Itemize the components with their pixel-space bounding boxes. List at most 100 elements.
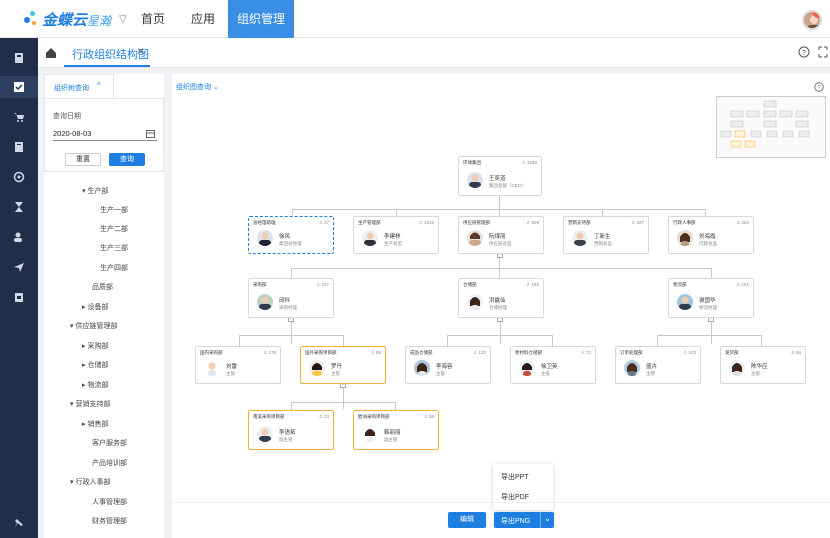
tree-node[interactable]: ▾ 供应链管理部 xyxy=(70,321,117,331)
org-card[interactable]: 南美采购项目部 ♙ 23 李语拓 副主管 xyxy=(248,410,334,450)
plane-icon[interactable] xyxy=(0,256,38,278)
close-icon[interactable]: × xyxy=(137,44,144,58)
tree-node[interactable]: ▾ 生产部 xyxy=(82,186,108,196)
cart-icon[interactable] xyxy=(0,106,38,128)
tab-bar: 行政组织结构图 × ? xyxy=(38,38,830,68)
avatar xyxy=(677,294,693,310)
tree-node[interactable]: ▾ 营销支持部 xyxy=(70,399,110,409)
org-card[interactable]: 仓储部 ♙ 192 洪赢仙 仓储经理 xyxy=(458,278,544,318)
checkbox-icon[interactable] xyxy=(0,76,38,98)
avatar xyxy=(572,230,588,246)
users-icon[interactable] xyxy=(0,226,38,248)
org-card[interactable]: 订单处理部 ♙ 103 盛卉 主管 xyxy=(615,346,701,384)
app-logo[interactable]: 金蝶云星瀚 ▽ xyxy=(24,9,127,30)
tab-active-indicator xyxy=(64,65,150,67)
org-card[interactable]: 原材料仓储部 ♙ 72 徐卫英 主管 xyxy=(510,346,596,384)
reset-button[interactable]: 重置 xyxy=(65,153,101,166)
hourglass-icon[interactable] xyxy=(0,196,38,218)
connector xyxy=(447,335,448,346)
avatar xyxy=(257,230,273,246)
tree-node[interactable]: ▸ 物流部 xyxy=(82,380,108,390)
tree-node[interactable]: 财务管理部 xyxy=(92,516,127,526)
connector xyxy=(292,209,705,210)
avatar xyxy=(362,230,378,246)
chart-query-toggle[interactable]: 组织图查询 ⌄ xyxy=(176,82,219,92)
divider xyxy=(172,502,830,503)
connector xyxy=(343,335,344,346)
tree-node[interactable]: 生产一部 xyxy=(100,205,128,215)
edit-button[interactable]: 编辑 xyxy=(448,512,486,528)
export-png-button[interactable]: 导出PNG ⌄ xyxy=(494,512,554,528)
tree-node[interactable]: 生产四部 xyxy=(100,263,128,273)
tree-node[interactable]: 生产三部 xyxy=(100,243,128,253)
avatar xyxy=(519,360,535,376)
logo-icon xyxy=(24,10,40,29)
chevron-down-icon[interactable]: ▽ xyxy=(119,14,127,25)
nav-org-management[interactable]: 组织管理 xyxy=(228,0,294,38)
avatar xyxy=(257,426,273,442)
export-pdf-option[interactable]: 导出PDF xyxy=(501,492,529,502)
chevron-down-icon[interactable]: ⌄ xyxy=(540,512,554,528)
query-button[interactable]: 查询 xyxy=(109,153,145,166)
org-card[interactable]: 环球集团 ♙ 3150 王奕道 集团总裁（CEO） xyxy=(458,156,542,196)
org-card[interactable]: 国外采购项目部 ♙ 59 罗丹 主管 xyxy=(300,346,386,384)
tree-node[interactable]: ▸ 设备部 xyxy=(82,302,108,312)
org-card[interactable]: 总经理助理 ♙ 27 徐风 集团总经理 xyxy=(248,216,334,254)
nav-apps[interactable]: 应用 xyxy=(180,0,226,38)
date-field[interactable]: 2020-08-03 xyxy=(53,129,157,141)
avatar xyxy=(309,360,325,376)
tree-node[interactable]: ▸ 销售部 xyxy=(82,419,108,429)
connector xyxy=(761,335,762,346)
user-avatar[interactable] xyxy=(802,10,822,30)
svg-text:?: ? xyxy=(802,50,806,57)
tree-node[interactable]: ▾ 行政人事部 xyxy=(70,477,110,487)
book-icon[interactable] xyxy=(0,136,38,158)
chevron-up-icon: ^ xyxy=(97,81,101,90)
building-icon[interactable] xyxy=(0,46,38,68)
notification-badge xyxy=(813,12,820,18)
avatar xyxy=(677,230,693,246)
connector xyxy=(705,209,706,216)
tree-node[interactable]: 人事管理部 xyxy=(92,497,127,507)
org-card[interactable]: 物流部 ♙ 161 谢国华 物流经理 xyxy=(668,278,754,318)
left-icon-bar xyxy=(0,38,38,538)
avatar xyxy=(729,360,745,376)
home-icon[interactable] xyxy=(44,46,58,60)
tree-node[interactable]: 客户服务部 xyxy=(92,438,127,448)
org-card[interactable]: 采购部 ♙ 237 邱科 采购经理 xyxy=(248,278,334,318)
tree-node[interactable]: 产品培训部 xyxy=(92,458,127,468)
avatar xyxy=(467,294,483,310)
pin-icon[interactable] xyxy=(0,512,38,534)
org-card[interactable]: 营销支持部 ♙ 627 丁新生 营销总监 xyxy=(563,216,649,254)
help-icon[interactable]: ? xyxy=(814,82,824,92)
org-card[interactable]: 发货部 ♙ 58 陈华应 主管 xyxy=(720,346,806,384)
connector xyxy=(602,209,603,216)
date-label: 查询日期 xyxy=(53,113,81,120)
help-icon[interactable]: ? xyxy=(798,46,810,58)
avatar xyxy=(414,360,430,376)
avatar xyxy=(257,294,273,310)
target-icon[interactable] xyxy=(0,166,38,188)
org-card[interactable]: 供应链管理部 ♙ 599 阮煤丽 供应链总监 xyxy=(458,216,544,254)
org-card[interactable]: 欧洲采购项目部 ♙ 36 韩丽丽 副主管 xyxy=(353,410,439,450)
tree-node[interactable]: 品质部 xyxy=(92,282,113,292)
connector xyxy=(499,196,500,218)
org-card[interactable]: 行政人事部 ♙ 264 刘海霞 行政总监 xyxy=(668,216,754,254)
export-ppt-option[interactable]: 导出PPT xyxy=(501,472,529,482)
tree-node[interactable]: ▸ 仓储部 xyxy=(82,360,108,370)
connector xyxy=(657,335,761,336)
connector xyxy=(239,335,240,346)
tree-node[interactable]: ▸ 采购部 xyxy=(82,341,108,351)
org-tree-query-toggle[interactable]: 组织树查询 ^ xyxy=(44,74,114,98)
org-card[interactable]: 国内采购部 ♙ 178 刘雷 主管 xyxy=(195,346,281,384)
connector xyxy=(291,402,292,410)
calendar-icon[interactable] xyxy=(0,286,38,308)
query-form: 查询日期 2020-08-03 重置 查询 xyxy=(44,98,164,172)
connector xyxy=(552,335,553,346)
org-card[interactable]: 成品仓储部 ♙ 120 李海容 主管 xyxy=(405,346,491,384)
tree-node[interactable]: 生产二部 xyxy=(100,224,128,234)
fullscreen-icon[interactable] xyxy=(818,46,828,58)
minimap[interactable] xyxy=(716,96,826,158)
nav-home[interactable]: 首页 xyxy=(130,0,176,38)
org-card[interactable]: 生产管理部 ♙ 1232 李建林 生产总监 xyxy=(353,216,439,254)
